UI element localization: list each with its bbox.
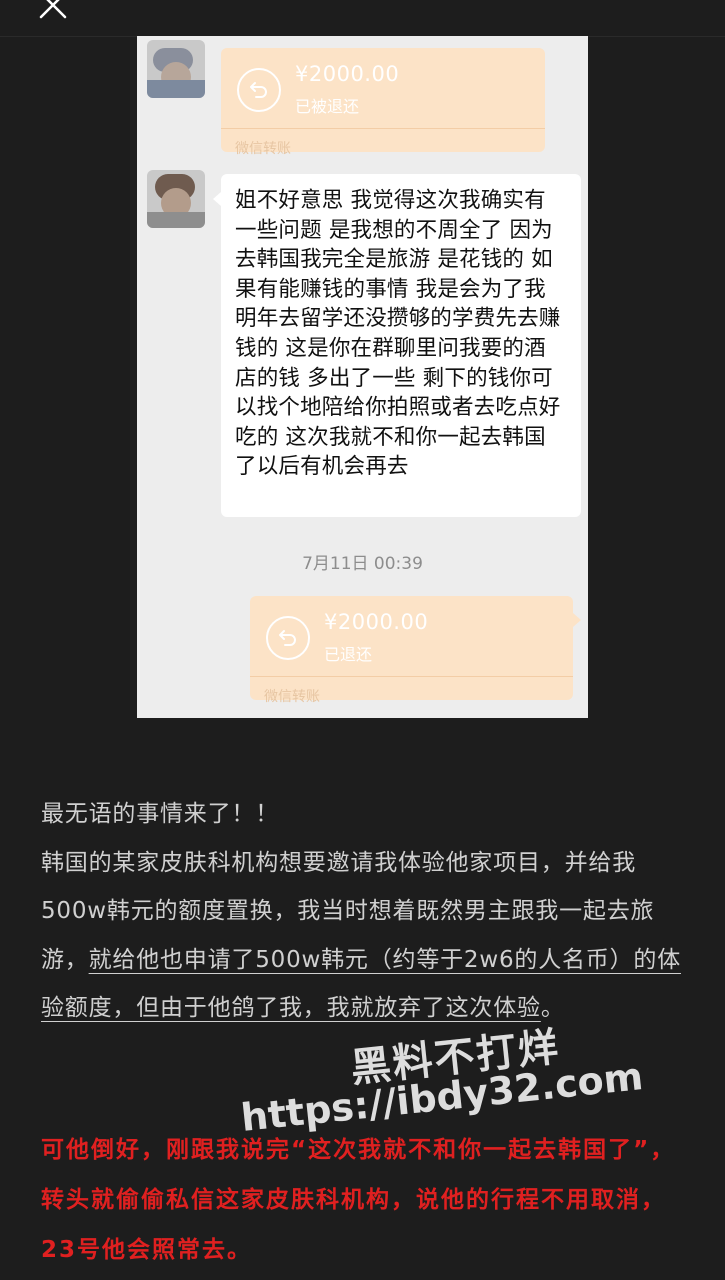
- chat-screenshot: ¥2000.00 已被退还 微信转账 姐不好意思 我觉得这次我确实有一些问题 是…: [137, 36, 588, 718]
- article-heading-line: 最无语的事情来了！！: [41, 801, 279, 827]
- transfer-status: 已被退还: [295, 97, 360, 116]
- bubble-tail: [573, 613, 581, 627]
- article-body: 最无语的事情来了！！ 韩国的某家皮肤科机构想要邀请我体验他家项目，并给我500w…: [41, 790, 691, 1033]
- transfer-status: 已退还: [324, 645, 373, 664]
- avatar: [147, 40, 205, 98]
- avatar: [147, 170, 205, 228]
- bubble-tail: [213, 192, 221, 206]
- transfer-card-returned[interactable]: ¥2000.00 已退还 微信转账: [250, 596, 573, 705]
- close-icon[interactable]: [36, 0, 70, 22]
- refund-icon: [266, 616, 310, 660]
- refund-icon: [237, 68, 281, 112]
- transfer-label: 微信转账: [264, 689, 320, 705]
- message-text: 姐不好意思 我觉得这次我确实有一些问题 是我想的不周全了 因为去韩国我完全是旅游…: [235, 188, 561, 480]
- paragraph-end: 。: [540, 995, 565, 1021]
- divider: [250, 676, 573, 677]
- underlined-text: 就给他也申请了500w韩元（约等于2w6的人名币）的体验额度，但由于他鸽了我，我…: [41, 946, 681, 1022]
- transfer-amount: ¥2000.00: [295, 62, 400, 86]
- message-bubble[interactable]: 姐不好意思 我觉得这次我确实有一些问题 是我想的不周全了 因为去韩国我完全是旅游…: [221, 174, 581, 517]
- transfer-amount: ¥2000.00: [324, 610, 429, 634]
- transfer-card-refunded[interactable]: ¥2000.00 已被退还 微信转账: [221, 48, 545, 157]
- highlighted-red-paragraph: 可他倒好，刚跟我说完“这次我就不和你一起去韩国了”，转头就偷偷私信这家皮肤科机构…: [41, 1137, 676, 1263]
- divider: [221, 128, 545, 129]
- transfer-label: 微信转账: [235, 141, 291, 157]
- timestamp: 7月11日 00:39: [302, 554, 423, 574]
- article-paragraph: 韩国的某家皮肤科机构想要邀请我体验他家项目，并给我500w韩元的额度置换，我当时…: [41, 839, 691, 1033]
- top-bar: [0, 0, 725, 37]
